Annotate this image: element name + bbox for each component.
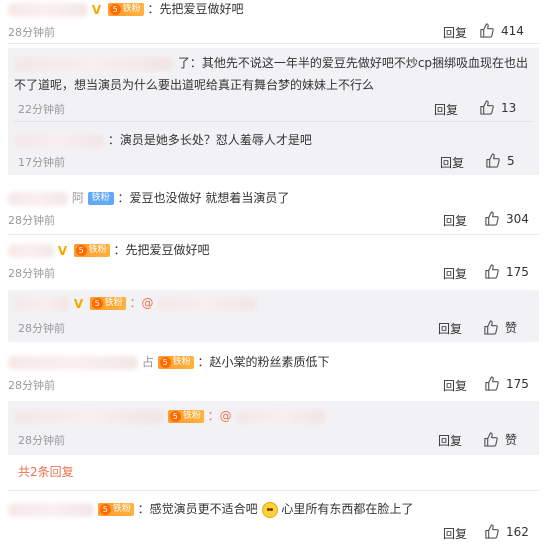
comment-time: 17分钟前 xyxy=(18,156,65,169)
divider xyxy=(8,43,539,44)
comment-time: 28分钟前 xyxy=(8,214,55,227)
comment-text-row: 占 5 铁粉 ：赵小棠的粉丝素质低下 xyxy=(8,353,330,371)
thumbs-up-icon xyxy=(480,100,494,115)
thumbs-up-icon xyxy=(485,524,499,539)
thumbs-up-icon xyxy=(484,432,498,447)
comment-text: ：感觉演员更不适合吧 xyxy=(137,502,258,516)
reply-button[interactable]: 回复 xyxy=(443,212,467,229)
username-redacted[interactable] xyxy=(8,243,54,258)
reply-button[interactable]: 回复 xyxy=(443,24,467,41)
username-redacted[interactable] xyxy=(8,2,88,17)
comment-item: 5 铁粉 ：感觉演员更不适合吧 心里所有东西都在脸上了 回复 162 xyxy=(0,500,548,553)
fan-badge-icon: 铁粉 xyxy=(87,192,114,205)
comment-text: ：演员是她多长处？怼人羞辱人才是吧 xyxy=(107,133,312,147)
divider xyxy=(8,234,539,235)
thumbs-up-icon xyxy=(480,23,494,38)
reply-button[interactable]: 回复 xyxy=(434,101,458,118)
comment-text: ：先把爱豆做好吧 xyxy=(113,243,210,257)
like-count: 162 xyxy=(506,524,529,539)
vip-v-icon: V xyxy=(73,296,84,311)
like-button[interactable]: 175 xyxy=(484,264,529,279)
comment-time: 28分钟前 xyxy=(18,322,65,335)
username-redacted[interactable] xyxy=(14,409,164,424)
comment-item: 占 5 铁粉 ：赵小棠的粉丝素质低下 28分钟前 回复 175 xyxy=(0,352,548,398)
reply-button[interactable]: 回复 xyxy=(438,432,462,449)
username-redacted[interactable] xyxy=(8,191,68,206)
like-count: 13 xyxy=(501,100,517,115)
like-button[interactable]: 175 xyxy=(484,376,529,391)
vip-v-icon: V xyxy=(57,243,68,258)
fan-badge-icon: 5 铁粉 xyxy=(107,3,144,16)
comment-item: V 5 铁粉 ：先把爱豆做好吧 28分钟前 回复 175 xyxy=(0,240,548,288)
username-redacted[interactable] xyxy=(8,502,94,517)
reply-block: V 5 铁粉 ：@ 28分钟前 回复 赞 xyxy=(8,290,539,342)
face-emoji-icon xyxy=(261,501,278,518)
more-replies-link[interactable]: 共2条回复 xyxy=(18,463,74,480)
comment-item: V 5 铁粉 ：先把爱豆做好吧 28分钟前 回复 414 xyxy=(0,0,548,44)
comment-time: 28分钟前 xyxy=(8,267,55,280)
thumbs-up-icon xyxy=(485,264,499,279)
like-button[interactable]: 赞 xyxy=(483,431,517,448)
comment-text-row: 5 铁粉 ：感觉演员更不适合吧 心里所有东西都在脸上了 xyxy=(8,500,413,518)
mention-redacted[interactable] xyxy=(235,409,326,424)
like-count: 414 xyxy=(501,23,524,38)
reply-block: 了：其他先不说这一年半的爱豆先做好吧不炒cp捆绑吸血现在也出不了道呢，想当演员为… xyxy=(8,48,539,175)
like-button[interactable]: 414 xyxy=(479,23,524,38)
comment-time: 28分钟前 xyxy=(18,434,65,447)
fan-badge-icon: 5 铁粉 xyxy=(89,297,126,310)
username-tail: 阿 xyxy=(71,191,84,205)
fan-badge-icon: 5 铁粉 xyxy=(73,244,110,257)
reply-button[interactable]: 回复 xyxy=(438,320,462,337)
reply-button[interactable]: 回复 xyxy=(443,265,467,282)
comment-time: 28分钟前 xyxy=(8,26,55,39)
reply-block: 5 铁粉 ：@ 28分钟前 回复 赞 xyxy=(8,401,539,455)
username-redacted[interactable] xyxy=(14,296,70,311)
thumbs-up-icon xyxy=(485,211,499,226)
divider xyxy=(14,121,533,122)
comment-text: ：先把爱豆做好吧 xyxy=(147,2,244,16)
comment-text-row: V 5 铁粉 ：先把爱豆做好吧 xyxy=(8,0,244,18)
thumbs-up-icon xyxy=(486,153,500,168)
username-redacted[interactable] xyxy=(14,56,174,71)
username-redacted[interactable] xyxy=(8,355,138,370)
like-button[interactable]: 304 xyxy=(484,211,529,226)
divider xyxy=(8,490,539,491)
comment-time: 22分钟前 xyxy=(18,103,65,116)
comment-text-row: 了：其他先不说这一年半的爱豆先做好吧不炒cp捆绑吸血现在也出不了道呢，想当演员为… xyxy=(14,52,529,96)
fan-badge-icon: 5 铁粉 xyxy=(157,356,194,369)
comment-text: ：爱豆也没做好 就想着当演员了 xyxy=(117,191,290,205)
reply-button[interactable]: 回复 xyxy=(443,525,467,542)
username-redacted[interactable] xyxy=(14,133,104,148)
like-button[interactable]: 162 xyxy=(484,524,529,539)
comment-item: 阿 铁粉 ：爱豆也没做好 就想着当演员了 28分钟前 回复 304 xyxy=(0,188,548,236)
reply-button[interactable]: 回复 xyxy=(443,377,467,394)
vip-v-icon: V xyxy=(91,2,102,17)
comment-text: ：@ xyxy=(129,296,154,310)
thumbs-up-icon xyxy=(484,320,498,335)
comment-text: ：@ xyxy=(207,409,232,423)
reply-button[interactable]: 回复 xyxy=(440,154,464,171)
like-button[interactable]: 13 xyxy=(479,100,516,115)
like-button[interactable]: 赞 xyxy=(483,319,517,336)
comment-time: 28分钟前 xyxy=(8,379,55,392)
like-button[interactable]: 5 xyxy=(485,153,515,168)
fan-badge-icon: 5 铁粉 xyxy=(97,503,134,516)
like-count: 赞 xyxy=(505,321,518,335)
comment-text-row: V 5 铁粉 ：@ xyxy=(14,294,258,312)
username-tail: 占 xyxy=(141,355,154,369)
comment-text-row: ：演员是她多长处？怼人羞辱人才是吧 xyxy=(14,131,312,149)
fan-badge-icon: 5 铁粉 xyxy=(167,410,204,423)
comment-text: 心里所有东西都在脸上了 xyxy=(281,502,414,516)
comment-text-row: 阿 铁粉 ：爱豆也没做好 就想着当演员了 xyxy=(8,189,289,207)
like-count: 赞 xyxy=(505,433,518,447)
like-count: 175 xyxy=(506,376,529,391)
like-count: 175 xyxy=(506,264,529,279)
comment-text-row: 5 铁粉 ：@ xyxy=(14,407,326,425)
thumbs-up-icon xyxy=(485,376,499,391)
like-count: 5 xyxy=(507,153,515,168)
comment-text-row: V 5 铁粉 ：先把爱豆做好吧 xyxy=(8,241,210,259)
mention-redacted[interactable] xyxy=(157,296,258,311)
comment-text: ：赵小棠的粉丝素质低下 xyxy=(197,355,330,369)
like-count: 304 xyxy=(506,211,529,226)
